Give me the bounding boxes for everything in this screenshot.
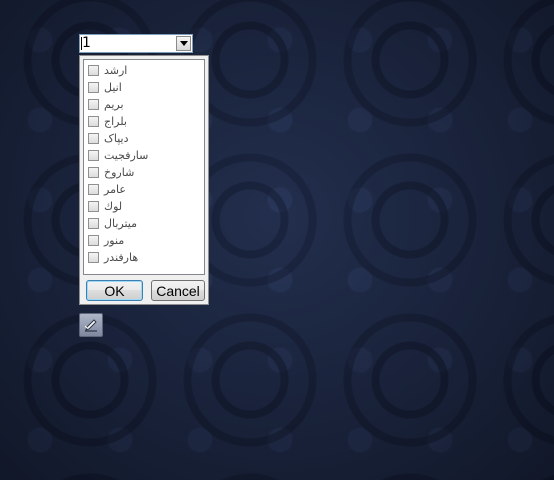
list-item[interactable]: ارشد [88,62,127,79]
list-item[interactable]: میتربال [88,215,137,232]
item-label: بلراج [104,115,127,128]
list-item[interactable]: شاروخ [88,164,134,181]
checkbox[interactable] [88,167,99,178]
item-label: دیپاک [104,132,129,145]
list-item[interactable]: انیل [88,79,122,96]
chevron-down-icon [179,41,188,46]
ok-button[interactable]: OK [86,280,143,301]
list-item[interactable]: بلراج [88,113,127,130]
list-item[interactable]: لوك [88,198,122,215]
checkbox[interactable] [88,116,99,127]
item-label: انیل [104,81,122,94]
checkbox[interactable] [88,201,99,212]
list-item[interactable]: منور [88,232,124,249]
checkbox[interactable] [88,218,99,229]
filter-combobox[interactable]: 1 [79,34,193,53]
checklist-dropdown-panel: ارشد انیل بریم بلراج دیپاک سارفجیت شاروخ… [79,55,209,305]
checkbox[interactable] [88,133,99,144]
item-label: ارشد [104,64,128,77]
checkbox[interactable] [88,235,99,246]
item-label: لوك [104,200,123,213]
edit-pencil-icon [84,319,97,332]
item-label: میتربال [104,217,138,230]
item-label: عامر [104,183,126,196]
list-item[interactable]: عامر [88,181,126,198]
cancel-button[interactable]: Cancel [151,280,205,301]
list-item[interactable]: هارفندر [88,249,138,266]
item-label: بریم [104,98,124,111]
checkbox[interactable] [88,99,99,110]
combobox-value[interactable]: 1 [82,35,91,52]
item-label: هارفندر [104,251,139,264]
dropdown-button[interactable] [176,36,191,51]
checkbox-list[interactable]: ارشد انیل بریم بلراج دیپاک سارفجیت شاروخ… [83,59,205,275]
item-label: سارفجیت [104,149,149,162]
checkbox[interactable] [88,150,99,161]
checkbox[interactable] [88,65,99,76]
list-item[interactable]: بریم [88,96,124,113]
checkbox[interactable] [88,252,99,263]
checkbox[interactable] [88,184,99,195]
list-item[interactable]: سارفجیت [88,147,148,164]
item-label: منور [104,234,125,247]
checkbox[interactable] [88,82,99,93]
edit-tool-button[interactable] [79,313,103,337]
list-item[interactable]: دیپاک [88,130,128,147]
item-label: شاروخ [104,166,135,179]
